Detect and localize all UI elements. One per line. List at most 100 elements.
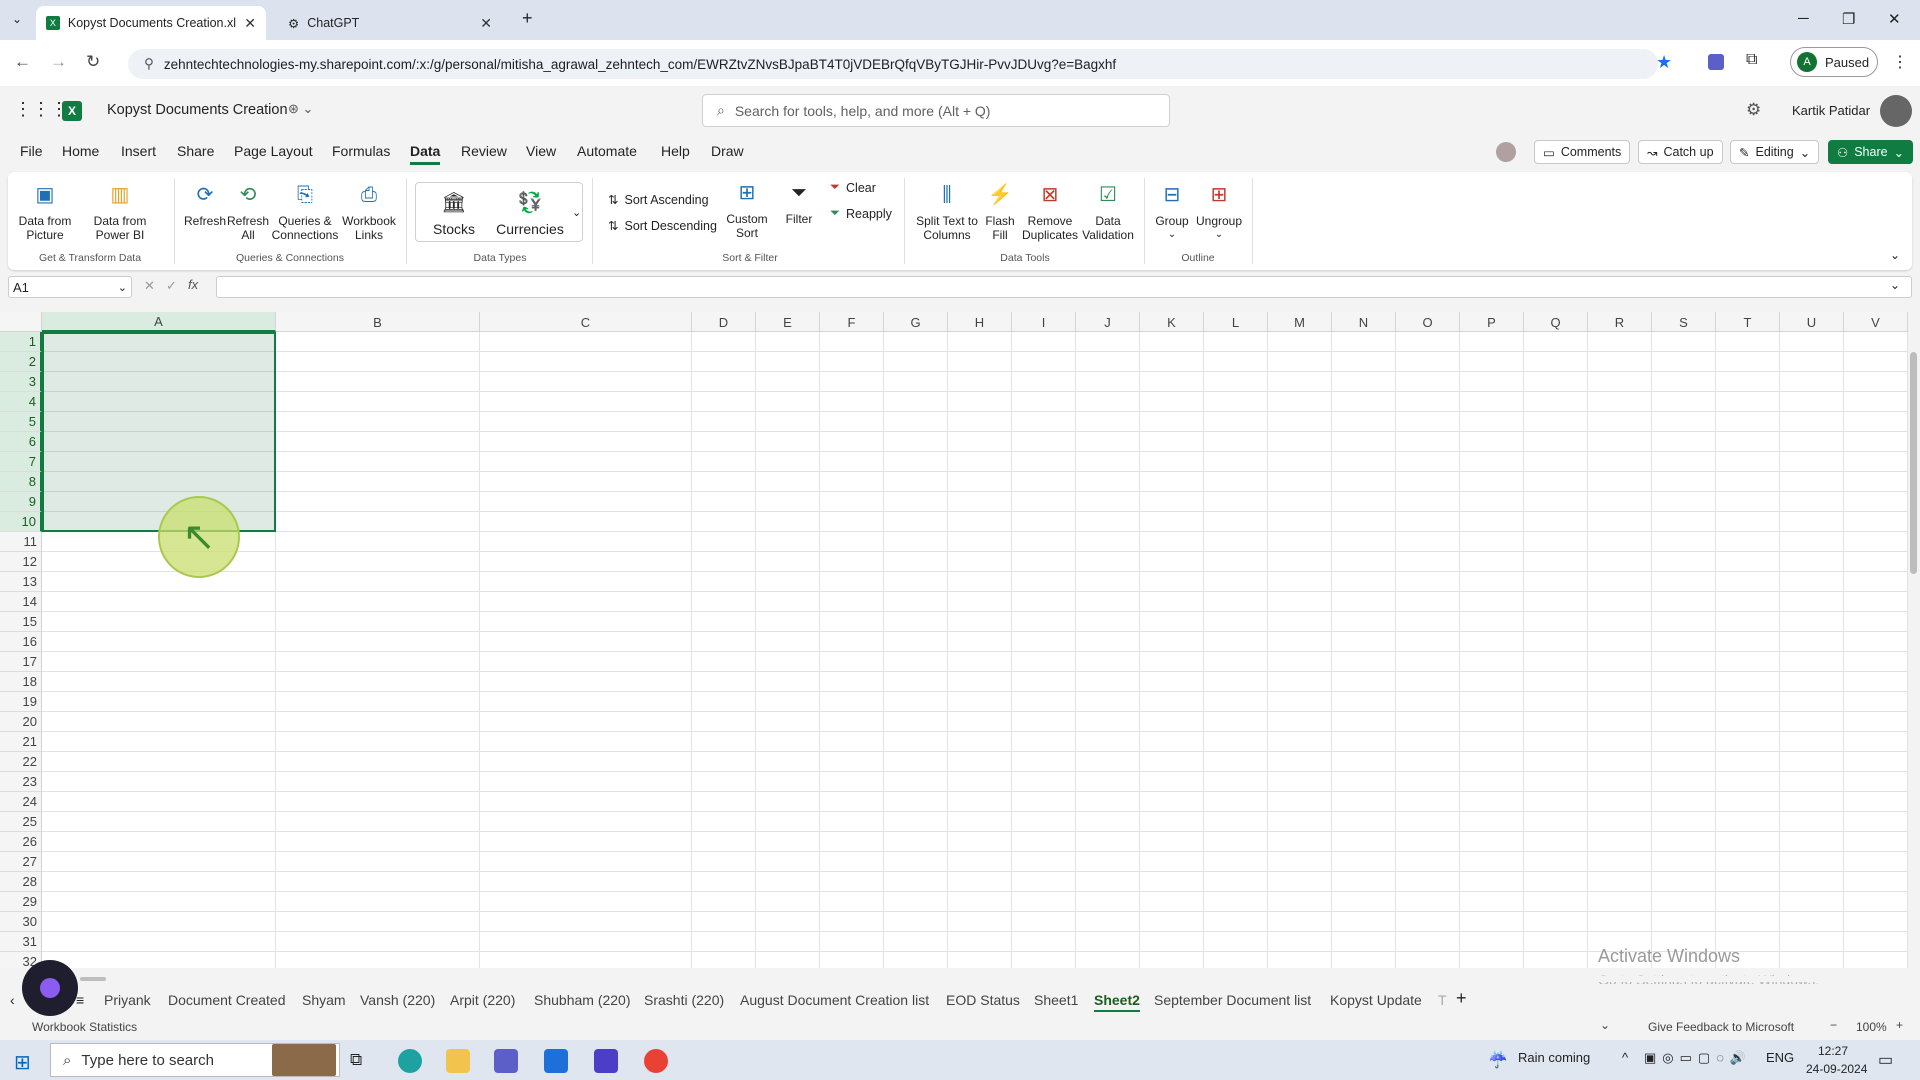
add-sheet-icon[interactable]: +	[1456, 988, 1467, 1009]
column-header[interactable]: T	[1716, 312, 1780, 332]
bookmark-star-icon[interactable]: ★	[1656, 52, 1672, 73]
minimize-icon[interactable]: ─	[1798, 10, 1809, 27]
title-dropdown-icon[interactable]: ⊛ ⌄	[288, 101, 313, 117]
row-header[interactable]: 22	[0, 752, 42, 772]
task-view-icon[interactable]: ⧉	[350, 1050, 362, 1070]
editing-mode-button[interactable]: ✎ Editing ⌄	[1730, 140, 1820, 164]
sheet-tab[interactable]: T	[1438, 992, 1447, 1008]
app-icon[interactable]	[594, 1049, 618, 1073]
windows-start-icon[interactable]: ⊞	[14, 1050, 31, 1075]
document-title[interactable]: Kopyst Documents Creation	[107, 102, 288, 118]
browser-tab-chatgpt[interactable]: ⚙ ChatGPT ✕	[278, 6, 502, 40]
zoom-in-icon[interactable]: +	[1896, 1018, 1903, 1032]
zoom-out-icon[interactable]: −	[1830, 1018, 1837, 1032]
row-header[interactable]: 18	[0, 672, 42, 692]
tray-overflow-icon[interactable]: ^	[1622, 1050, 1628, 1065]
queries-connections-button[interactable]: ⎘ Queries & Connections	[270, 182, 340, 242]
workbook-statistics[interactable]: Workbook Statistics	[32, 1020, 137, 1034]
prev-sheet-icon[interactable]: ‹	[10, 992, 15, 1008]
browser-menu-icon[interactable]: ⋮	[1892, 52, 1908, 72]
menu-page-layout[interactable]: Page Layout	[234, 143, 313, 159]
browser-tab-excel[interactable]: X Kopyst Documents Creation.xls ✕	[36, 6, 266, 40]
menu-help[interactable]: Help	[661, 143, 690, 159]
column-header[interactable]: B	[276, 312, 480, 332]
reapply-button[interactable]: ⏷ Reapply	[830, 206, 892, 221]
site-info-icon[interactable]: ⚲	[144, 56, 154, 72]
file-explorer-icon[interactable]	[446, 1049, 470, 1073]
column-header[interactable]: S	[1652, 312, 1716, 332]
row-header[interactable]: 25	[0, 812, 42, 832]
settings-gear-icon[interactable]: ⚙	[1746, 100, 1761, 120]
search-box[interactable]: ⌕ Search for tools, help, and more (Alt …	[702, 94, 1170, 127]
menu-automate[interactable]: Automate	[577, 143, 637, 159]
restore-icon[interactable]: ❐	[1842, 10, 1855, 28]
sheet-tab[interactable]: EOD Status	[946, 992, 1020, 1008]
sheet-tab[interactable]: Sheet2	[1094, 992, 1140, 1012]
column-header[interactable]: D	[692, 312, 756, 332]
close-tab-icon[interactable]: ✕	[244, 15, 256, 32]
back-icon[interactable]: ←	[14, 52, 31, 72]
row-header[interactable]: 27	[0, 852, 42, 872]
column-header[interactable]: J	[1076, 312, 1140, 332]
column-header[interactable]: M	[1268, 312, 1332, 332]
clock-time[interactable]: 12:27	[1818, 1044, 1848, 1058]
worksheet-grid[interactable]: ABCDEFGHIJKLMNOPQRSTUV 1 2 3 4 5 6 7 8 9 10 11 12 13…	[0, 312, 1908, 968]
tab-list-chevron-icon[interactable]: ⌄	[12, 12, 22, 26]
data-from-picture-button[interactable]: ▣ Data from Picture	[14, 182, 76, 242]
row-header[interactable]: 8	[0, 472, 42, 492]
chrome-icon[interactable]	[644, 1049, 668, 1073]
chevron-down-icon[interactable]: ⌄	[118, 281, 131, 294]
collaborator-avatar[interactable]	[1496, 142, 1516, 162]
currencies-button[interactable]: 💱 Currencies	[494, 190, 566, 236]
menu-review[interactable]: Review	[461, 143, 507, 159]
refresh-button[interactable]: ⟳ Refresh	[182, 182, 228, 228]
stocks-button[interactable]: 🏛 Stocks	[424, 190, 484, 236]
comments-button[interactable]: ▭ Comments	[1534, 140, 1631, 164]
column-header[interactable]: H	[948, 312, 1012, 332]
ungroup-button[interactable]: ⊞ Ungroup ⌄	[1194, 182, 1244, 242]
share-button[interactable]: ⚇ Share ⌄	[1828, 140, 1914, 164]
forward-icon[interactable]: →	[50, 52, 67, 72]
row-header[interactable]: 21	[0, 732, 42, 752]
filter-button[interactable]: ⏷ Filter	[778, 180, 820, 226]
sheet-tab[interactable]: Kopyst Update	[1330, 992, 1422, 1008]
menu-insert[interactable]: Insert	[121, 143, 156, 159]
row-header[interactable]: 6	[0, 432, 42, 452]
row-header[interactable]: 28	[0, 872, 42, 892]
sheet-tab[interactable]: September Document list	[1154, 992, 1311, 1008]
app-launcher-icon[interactable]: ⋮⋮⋮	[14, 99, 68, 120]
reload-icon[interactable]: ↻	[86, 52, 100, 72]
chevron-down-icon[interactable]: ⌄	[1600, 1018, 1610, 1032]
all-sheets-icon[interactable]: ≡	[76, 992, 84, 1008]
sort-ascending-button[interactable]: ⇅ Sort Ascending	[608, 192, 709, 208]
zoom-level[interactable]: 100%	[1856, 1020, 1887, 1034]
cancel-entry-icon[interactable]: ✕	[144, 278, 155, 294]
row-header[interactable]: 23	[0, 772, 42, 792]
column-header[interactable]: U	[1780, 312, 1844, 332]
sheet-tab[interactable]: Priyank	[104, 992, 151, 1008]
sheet-tab[interactable]: Shyam	[302, 992, 346, 1008]
column-header[interactable]: I	[1012, 312, 1076, 332]
row-header[interactable]: 12	[0, 552, 42, 572]
row-header[interactable]: 2	[0, 352, 42, 372]
url-field[interactable]: ⚲ zehntechtechnologies-my.sharepoint.com…	[128, 49, 1658, 79]
column-header[interactable]: R	[1588, 312, 1652, 332]
enter-entry-icon[interactable]: ✓	[166, 278, 177, 294]
new-tab-icon[interactable]: +	[522, 8, 533, 29]
extensions-puzzle-icon[interactable]: ⧉	[1746, 51, 1757, 69]
row-header[interactable]: 29	[0, 892, 42, 912]
refresh-all-button[interactable]: ⟲ Refresh All	[226, 182, 270, 242]
name-box[interactable]: A1 ⌄	[8, 276, 132, 298]
sheet-tab[interactable]: Sheet1	[1034, 992, 1078, 1008]
column-header[interactable]: V	[1844, 312, 1908, 332]
row-header[interactable]: 16	[0, 632, 42, 652]
feedback-link[interactable]: Give Feedback to Microsoft	[1648, 1020, 1794, 1034]
menu-data[interactable]: Data	[410, 143, 441, 165]
column-header[interactable]: Q	[1524, 312, 1588, 332]
custom-sort-button[interactable]: ⊞ Custom Sort	[722, 180, 772, 240]
insert-function-icon[interactable]: fx	[188, 277, 198, 292]
notifications-icon[interactable]: ▭	[1878, 1050, 1893, 1070]
sort-descending-button[interactable]: ⇅ Sort Descending	[608, 218, 717, 234]
weather-text[interactable]: Rain coming	[1518, 1050, 1590, 1065]
row-header[interactable]: 10	[0, 512, 42, 532]
